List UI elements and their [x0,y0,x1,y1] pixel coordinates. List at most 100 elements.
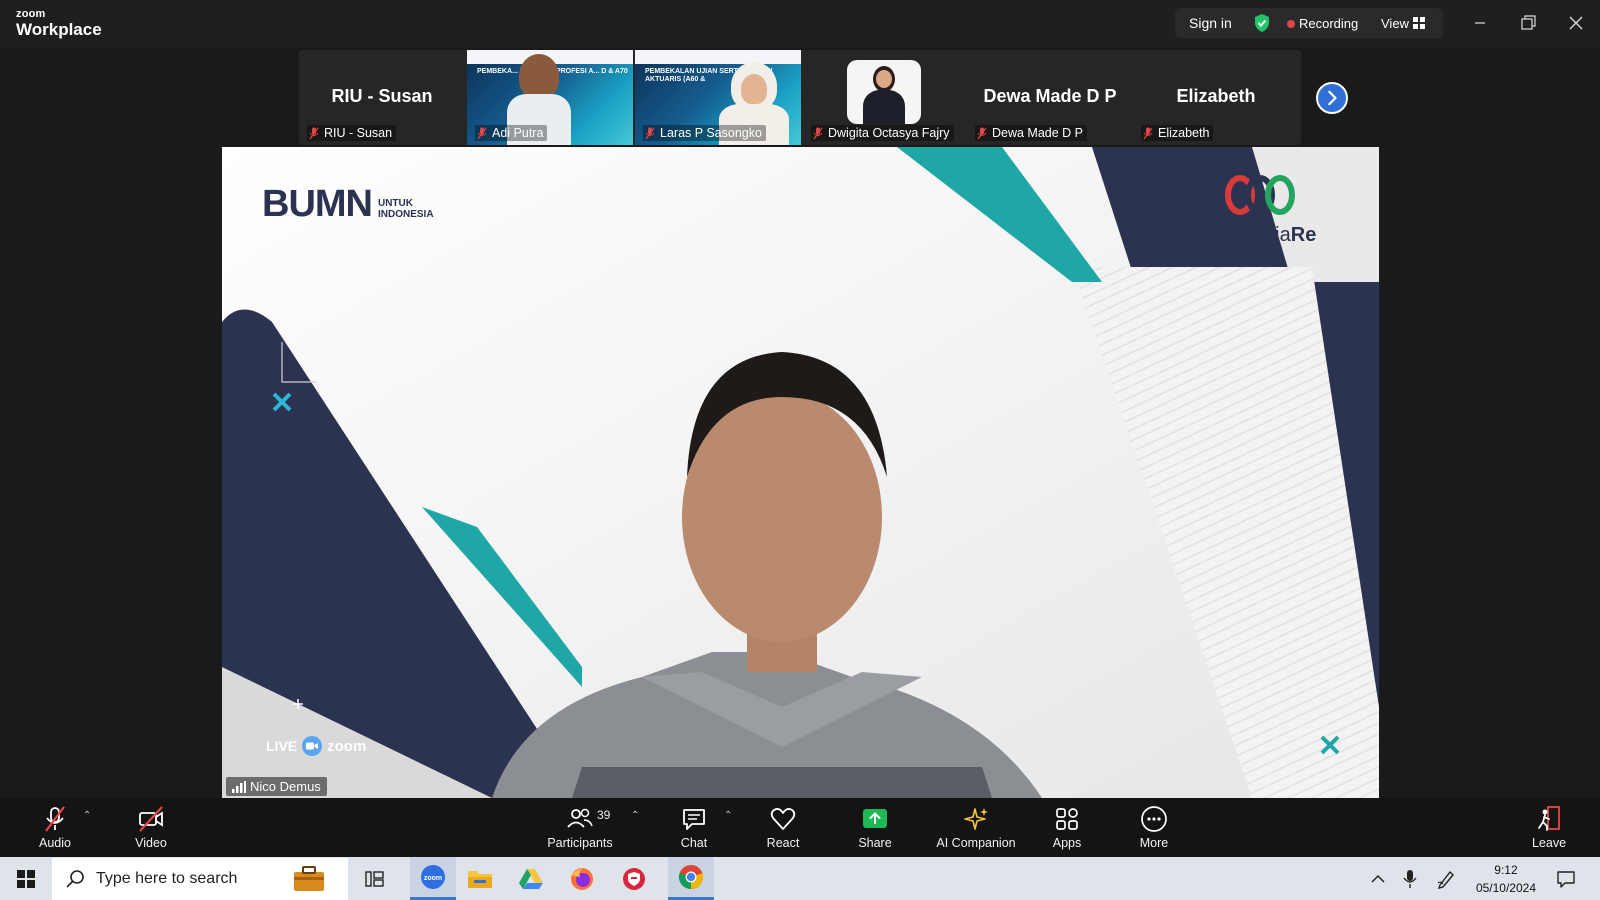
security-shield-icon [623,868,645,890]
more-label: More [1139,836,1169,850]
participant-tile[interactable]: RIU - Susan RIU - Susan [299,50,465,145]
participant-tile[interactable]: Dewa Made D P Dewa Made D P [967,50,1133,145]
indonesiare-rings-icon [1225,175,1296,215]
participant-name: Adi Putra [492,126,544,140]
search-placeholder: Type here to search [96,870,238,887]
participant-tile[interactable]: Dwigita Octasya Fajry [803,50,969,145]
participant-tile-video[interactable]: PEMBEKA... RTIFIKASI PROFESI A... D & A7… [467,50,633,145]
zoom-camera-icon [302,736,323,756]
leave-button[interactable]: Leave [1504,804,1594,854]
video-label: Video [135,836,167,850]
participant-name: Dwigita Octasya Fajry [828,126,950,140]
chrome-icon [678,865,704,890]
live-on-zoom-badge: LIVE zoom [266,735,366,757]
taskbar-firefox[interactable] [566,863,598,895]
participant-name: RIU - Susan [324,126,393,140]
task-view-icon [365,871,384,887]
participants-label: Participants [547,836,613,850]
participant-tile-video[interactable]: PEMBEKALAN UJIAN SERTI PROFESI AKTUARIS … [635,50,801,145]
mic-muted-icon [45,806,65,832]
more-button[interactable]: More [1109,804,1199,854]
react-button[interactable]: React [738,804,828,854]
bumn-logo-main: BUMN [262,183,373,225]
share-label: Share [858,836,892,850]
speaker-name: Nico Demus [250,779,321,794]
mic-muted-icon [977,127,987,139]
audio-options-caret-icon[interactable]: ⌃ [83,810,91,821]
minimize-icon[interactable] [1469,12,1491,34]
microphone-tray-button[interactable] [1394,863,1426,895]
participant-display-name: Elizabeth [1176,86,1256,106]
video-button[interactable]: Video [106,804,196,854]
google-drive-icon [519,869,543,889]
mic-muted-icon [1143,127,1153,139]
briefcase-icon[interactable] [292,865,326,893]
firefox-icon [571,868,593,890]
participant-label: Adi Putra [475,125,548,141]
taskbar-zoom-app[interactable]: zoom [410,857,456,900]
audio-label: Audio [39,836,71,850]
participant-face [519,54,559,98]
leave-label: Leave [1531,836,1567,850]
restore-icon[interactable] [1517,12,1539,34]
brand-top: zoom [16,8,46,20]
apps-button[interactable]: Apps [1022,804,1112,854]
participants-options-caret-icon[interactable]: ⌃ [631,810,639,821]
participants-icon [567,808,593,828]
grid-view-icon[interactable] [1413,17,1425,29]
participant-tile[interactable]: Elizabeth Elizabeth [1133,50,1299,145]
pen-tray-button[interactable] [1430,863,1462,895]
indonesiare-logo: IndonesiaRe [1204,173,1316,247]
background-header [635,50,801,64]
avatar [847,60,921,124]
participant-name: Dewa Made D P [992,126,1084,140]
video-off-icon [139,806,163,832]
participants-button[interactable]: Participants [534,804,626,854]
recording-label[interactable]: Recording [1299,16,1358,31]
recording-dot-icon [1287,20,1295,28]
taskbar-file-explorer[interactable] [464,863,496,895]
task-view-button[interactable] [359,863,391,895]
svg-text:zoom: zoom [424,875,442,882]
chat-options-caret-icon[interactable]: ⌃ [724,810,732,821]
participant-display-name: Dewa Made D P [983,86,1117,106]
apps-label: Apps [1052,836,1082,850]
chevron-up-icon [1371,874,1385,883]
active-speaker-video[interactable]: BUMN UNTUK INDONESIA IndonesiaRe LIVE zo… [222,147,1379,798]
participant-label: Dwigita Octasya Fajry [811,125,954,141]
shield-icon[interactable] [1253,13,1271,33]
notifications-button[interactable] [1550,863,1582,895]
next-page-button[interactable] [1316,82,1348,114]
meeting-status-pill: Sign in Recording View [1175,8,1443,38]
windows-taskbar: Type here to search zoom 9:12 05/10/2024 [0,857,1600,900]
participants-count: 39 [597,808,611,822]
meeting-toolbar: Audio ⌃ Video Participants 39 ⌃ Chat ⌃ R… [0,798,1600,857]
heart-icon [770,808,796,830]
taskbar-google-drive[interactable] [515,863,547,895]
windows-start-button[interactable] [10,863,42,895]
ai-companion-button[interactable]: AI Companion [922,804,1030,854]
participant-display-name: RIU - Susan [331,86,433,106]
taskbar-search-box[interactable]: Type here to search [52,858,348,900]
signal-strength-icon [232,780,246,793]
view-button[interactable]: View [1381,16,1409,31]
folder-icon [468,871,492,888]
sign-in-link[interactable]: Sign in [1189,15,1232,31]
system-clock[interactable]: 9:12 05/10/2024 [1476,861,1536,897]
notification-icon [1557,871,1575,888]
pen-icon [1437,870,1454,889]
mic-muted-icon [309,127,319,139]
close-icon[interactable] [1565,12,1587,34]
taskbar-chrome[interactable] [668,857,714,900]
share-screen-icon [863,809,887,828]
show-hidden-icons-button[interactable] [1362,863,1394,895]
ai-companion-label: AI Companion [936,836,1016,850]
chat-icon [683,809,705,830]
sparkle-icon [964,808,988,830]
participant-label: RIU - Susan [307,125,397,141]
share-button[interactable]: Share [830,804,920,854]
clock-time: 9:12 [1494,863,1518,877]
mic-muted-icon [813,127,823,139]
speaker-name-tag: Nico Demus [226,777,327,796]
taskbar-security-app[interactable] [618,863,650,895]
